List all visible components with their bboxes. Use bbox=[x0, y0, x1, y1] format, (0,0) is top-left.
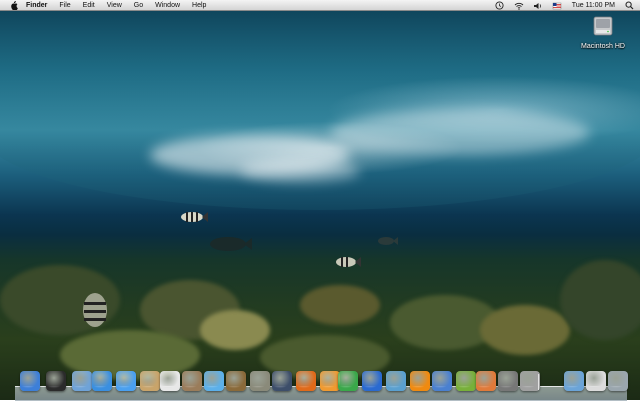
finder-icon[interactable] bbox=[20, 371, 40, 391]
ichat-icon[interactable] bbox=[116, 371, 136, 391]
spaces-icon[interactable] bbox=[272, 371, 292, 391]
coral bbox=[200, 310, 270, 350]
dock-separator bbox=[538, 374, 539, 390]
menu-view[interactable]: View bbox=[107, 0, 122, 11]
system-preferences-icon[interactable] bbox=[498, 371, 518, 391]
preview-icon[interactable] bbox=[72, 371, 92, 391]
address-book-icon[interactable] bbox=[140, 371, 160, 391]
fish bbox=[181, 212, 208, 222]
menu-file[interactable]: File bbox=[59, 0, 70, 11]
photo-icon[interactable] bbox=[182, 371, 202, 391]
city-icon[interactable] bbox=[432, 371, 452, 391]
trash-icon[interactable] bbox=[608, 371, 628, 391]
fish bbox=[83, 293, 107, 327]
foam bbox=[240, 160, 360, 182]
coral bbox=[560, 260, 640, 340]
menu-help[interactable]: Help bbox=[192, 0, 206, 11]
ical-icon[interactable] bbox=[160, 371, 180, 391]
time-machine-icon[interactable] bbox=[495, 1, 505, 10]
transmission-icon[interactable] bbox=[320, 371, 340, 391]
menu-bar: Finder File Edit View Go Window Help Tue… bbox=[0, 0, 640, 11]
iphoto-icon[interactable] bbox=[226, 371, 246, 391]
volume-icon[interactable] bbox=[533, 1, 543, 10]
utorrent-icon[interactable] bbox=[338, 371, 358, 391]
flag-icon[interactable] bbox=[552, 1, 562, 10]
fish bbox=[210, 237, 252, 251]
menubar-clock[interactable]: Tue 11:00 PM bbox=[572, 2, 615, 9]
vlc-icon[interactable] bbox=[410, 371, 430, 391]
spotlight-search-icon[interactable] bbox=[625, 1, 634, 10]
firefox-icon[interactable] bbox=[296, 371, 316, 391]
coral bbox=[300, 285, 380, 325]
downloads-folder-icon[interactable] bbox=[564, 371, 584, 391]
browser-globe-icon[interactable] bbox=[362, 371, 382, 391]
screen-tool-icon[interactable] bbox=[520, 371, 540, 391]
dock bbox=[20, 371, 628, 395]
utility-icon[interactable] bbox=[456, 371, 476, 391]
hard-drive-icon bbox=[593, 16, 613, 36]
scale-icon[interactable] bbox=[476, 371, 496, 391]
people-icon[interactable] bbox=[386, 371, 406, 391]
document-icon[interactable] bbox=[586, 371, 606, 391]
menu-window[interactable]: Window bbox=[155, 0, 180, 11]
apple-menu-icon[interactable] bbox=[10, 0, 18, 10]
status-area: Tue 11:00 PM bbox=[486, 0, 634, 11]
macintosh-hd-desktop-item[interactable]: Macintosh HD bbox=[578, 15, 628, 50]
desktop-wallpaper bbox=[0, 0, 640, 400]
wifi-icon[interactable] bbox=[514, 1, 524, 10]
menu-edit[interactable]: Edit bbox=[83, 0, 95, 11]
fish bbox=[378, 237, 398, 245]
fish bbox=[336, 257, 361, 267]
dashboard-icon[interactable] bbox=[46, 371, 66, 391]
foam bbox=[330, 110, 590, 155]
system-tool-icon[interactable] bbox=[250, 371, 270, 391]
menu-app-finder[interactable]: Finder bbox=[26, 0, 47, 11]
itunes-icon[interactable] bbox=[204, 371, 224, 391]
macintosh-hd-label: Macintosh HD bbox=[581, 43, 625, 50]
menu-go[interactable]: Go bbox=[134, 0, 143, 11]
coral bbox=[480, 305, 570, 355]
safari-icon[interactable] bbox=[92, 371, 112, 391]
